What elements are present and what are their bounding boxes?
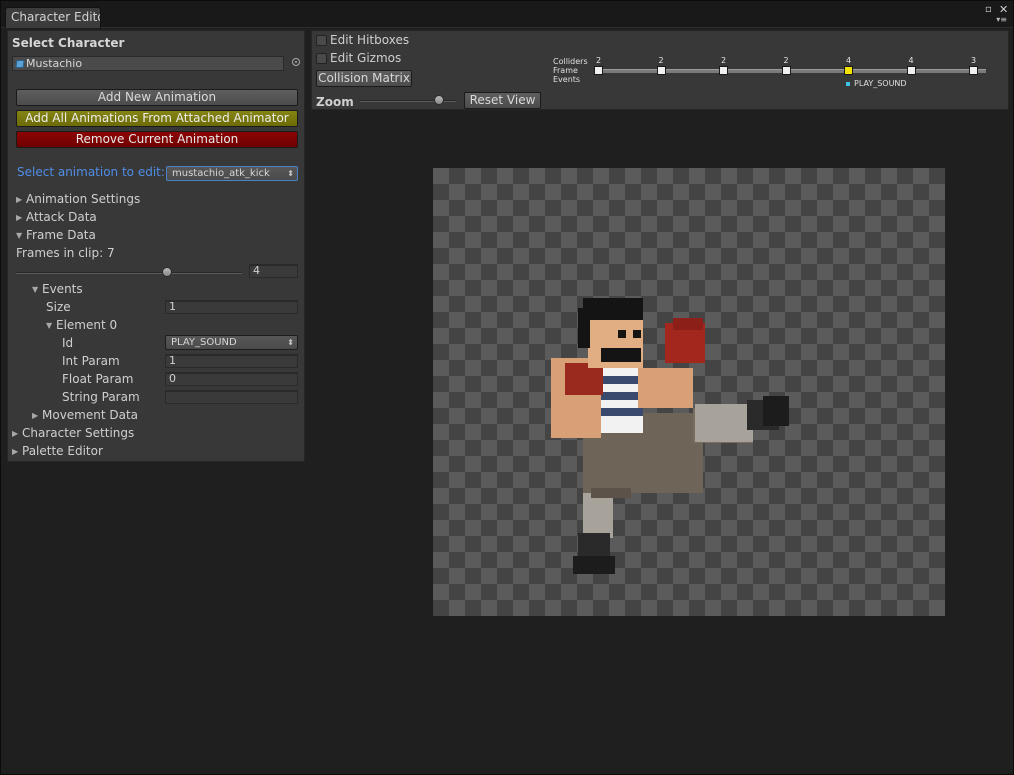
foldout-label: Events [42, 282, 83, 296]
foldout-collapsed-icon: ▶ [16, 195, 23, 204]
foldout-element-0[interactable]: ▼ Element 0 [46, 317, 117, 334]
remove-animation-button[interactable]: Remove Current Animation [16, 131, 298, 148]
foldout-events[interactable]: ▼ Events [32, 281, 83, 298]
add-new-animation-button[interactable]: Add New Animation [16, 89, 298, 106]
editor-toolbar: Edit Hitboxes Edit Gizmos Collision Matr… [311, 30, 1009, 110]
timeline-events-label: Events [553, 75, 581, 84]
frame-slider-knob[interactable] [161, 267, 172, 277]
foldout-label: Attack Data [26, 210, 97, 224]
timeline-frame-key[interactable] [594, 66, 603, 75]
select-animation-label: Select animation to edit: [17, 165, 165, 179]
title-bar: Character Edito ▫ ✕ ▾≡ [1, 1, 1013, 28]
character-editor-window: Character Edito ▫ ✕ ▾≡ Select Character … [0, 0, 1014, 775]
foldout-attack-data[interactable]: ▶ Attack Data [16, 209, 97, 226]
close-icon[interactable]: ✕ [999, 4, 1008, 15]
edit-hitboxes-label: Edit Hitboxes [330, 33, 410, 47]
tab-character-editor[interactable]: Character Edito [5, 7, 101, 28]
timeline-event-name: PLAY_SOUND [854, 79, 907, 88]
timeline-frame-key[interactable] [906, 66, 916, 75]
foldout-expanded-icon: ▼ [46, 321, 53, 330]
foldout-collapsed-icon: ▶ [12, 447, 19, 456]
foldout-label: Character Settings [22, 426, 135, 440]
float-param-field[interactable]: 0 [165, 372, 298, 386]
foldout-character-settings[interactable]: ▶ Character Settings [12, 425, 134, 442]
foldout-label: Palette Editor [22, 444, 103, 458]
edit-gizmos-checkbox[interactable] [316, 53, 327, 64]
mustachio-kick-sprite [551, 298, 789, 574]
foldout-label: Animation Settings [26, 192, 141, 206]
frames-in-clip-label: Frames in clip: 7 [16, 246, 115, 260]
foldout-movement-data[interactable]: ▶ Movement Data [32, 407, 138, 424]
foldout-label: Movement Data [42, 408, 139, 422]
event-id-dropdown[interactable]: PLAY_SOUND ⬍ [165, 335, 298, 350]
zoom-label: Zoom [316, 95, 354, 109]
timeline-colliders-label: Colliders [553, 57, 588, 66]
foldout-frame-data[interactable]: ▼ Frame Data [16, 227, 96, 244]
float-param-label: Float Param [62, 372, 134, 386]
animation-dropdown-value: mustachio_atk_kick [172, 168, 270, 179]
foldout-palette-editor[interactable]: ▶ Palette Editor [12, 443, 103, 460]
foldout-label: Frame Data [26, 228, 96, 242]
event-id-label: Id [62, 336, 74, 350]
foldout-collapsed-icon: ▶ [12, 429, 19, 438]
timeline-collider-count: 4 [908, 56, 914, 65]
dropdown-arrows-icon: ⬍ [287, 169, 294, 178]
events-size-field[interactable]: 1 [165, 300, 298, 314]
add-all-animations-button[interactable]: Add All Animations From Attached Animato… [16, 110, 298, 127]
foldout-collapsed-icon: ▶ [32, 411, 39, 420]
event-marker-icon[interactable] [846, 82, 850, 86]
timeline-frame-key[interactable] [719, 66, 728, 75]
event-id-value: PLAY_SOUND [171, 337, 237, 348]
maximize-icon[interactable]: ▫ [985, 5, 992, 15]
prefab-cube-icon [15, 60, 25, 68]
timeline-collider-count: 2 [596, 56, 602, 65]
character-object-field[interactable]: Mustachio [12, 56, 284, 71]
collision-matrix-button[interactable]: Collision Matrix [316, 70, 412, 87]
timeline-frame-key[interactable] [844, 66, 853, 75]
events-size-label: Size [46, 300, 71, 314]
int-param-label: Int Param [62, 354, 120, 368]
select-character-header: Select Character [12, 36, 125, 50]
foldout-label: Element 0 [56, 318, 118, 332]
foldout-collapsed-icon: ▶ [16, 213, 23, 222]
inspector-panel: Select Character Mustachio Add New Anima… [7, 30, 305, 462]
character-name: Mustachio [26, 57, 83, 70]
timeline-collider-count: 2 [658, 56, 664, 65]
animation-dropdown[interactable]: mustachio_atk_kick ⬍ [166, 166, 298, 181]
timeline-collider-count: 2 [783, 56, 789, 65]
foldout-expanded-icon: ▼ [16, 231, 23, 240]
edit-hitboxes-checkbox[interactable] [316, 35, 327, 46]
string-param-field[interactable] [165, 390, 298, 404]
timeline-collider-count: 4 [846, 56, 852, 65]
dropdown-arrows-icon: ⬍ [287, 338, 294, 347]
timeline-frame-key[interactable] [969, 66, 978, 75]
edit-gizmos-label: Edit Gizmos [330, 51, 402, 65]
timeline-collider-count: 3 [971, 56, 977, 65]
sprite-preview-canvas[interactable] [433, 168, 945, 616]
object-picker-icon[interactable] [292, 58, 300, 66]
timeline-frame-key[interactable] [781, 66, 791, 75]
int-param-field[interactable]: 1 [165, 354, 298, 368]
foldout-animation-settings[interactable]: ▶ Animation Settings [16, 191, 140, 208]
zoom-slider-knob[interactable] [433, 95, 444, 105]
timeline-collider-count: 2 [721, 56, 727, 65]
frame-slider-track[interactable] [16, 272, 242, 274]
string-param-label: String Param [62, 390, 140, 404]
reset-view-button[interactable]: Reset View [464, 92, 541, 109]
frame-number-field[interactable]: 4 [249, 264, 298, 278]
foldout-expanded-icon: ▼ [32, 285, 39, 294]
timeline-frame-key[interactable] [656, 66, 666, 75]
timeline-frame-label: Frame [553, 66, 578, 75]
panel-menu-icon[interactable]: ▾≡ [996, 16, 1007, 24]
